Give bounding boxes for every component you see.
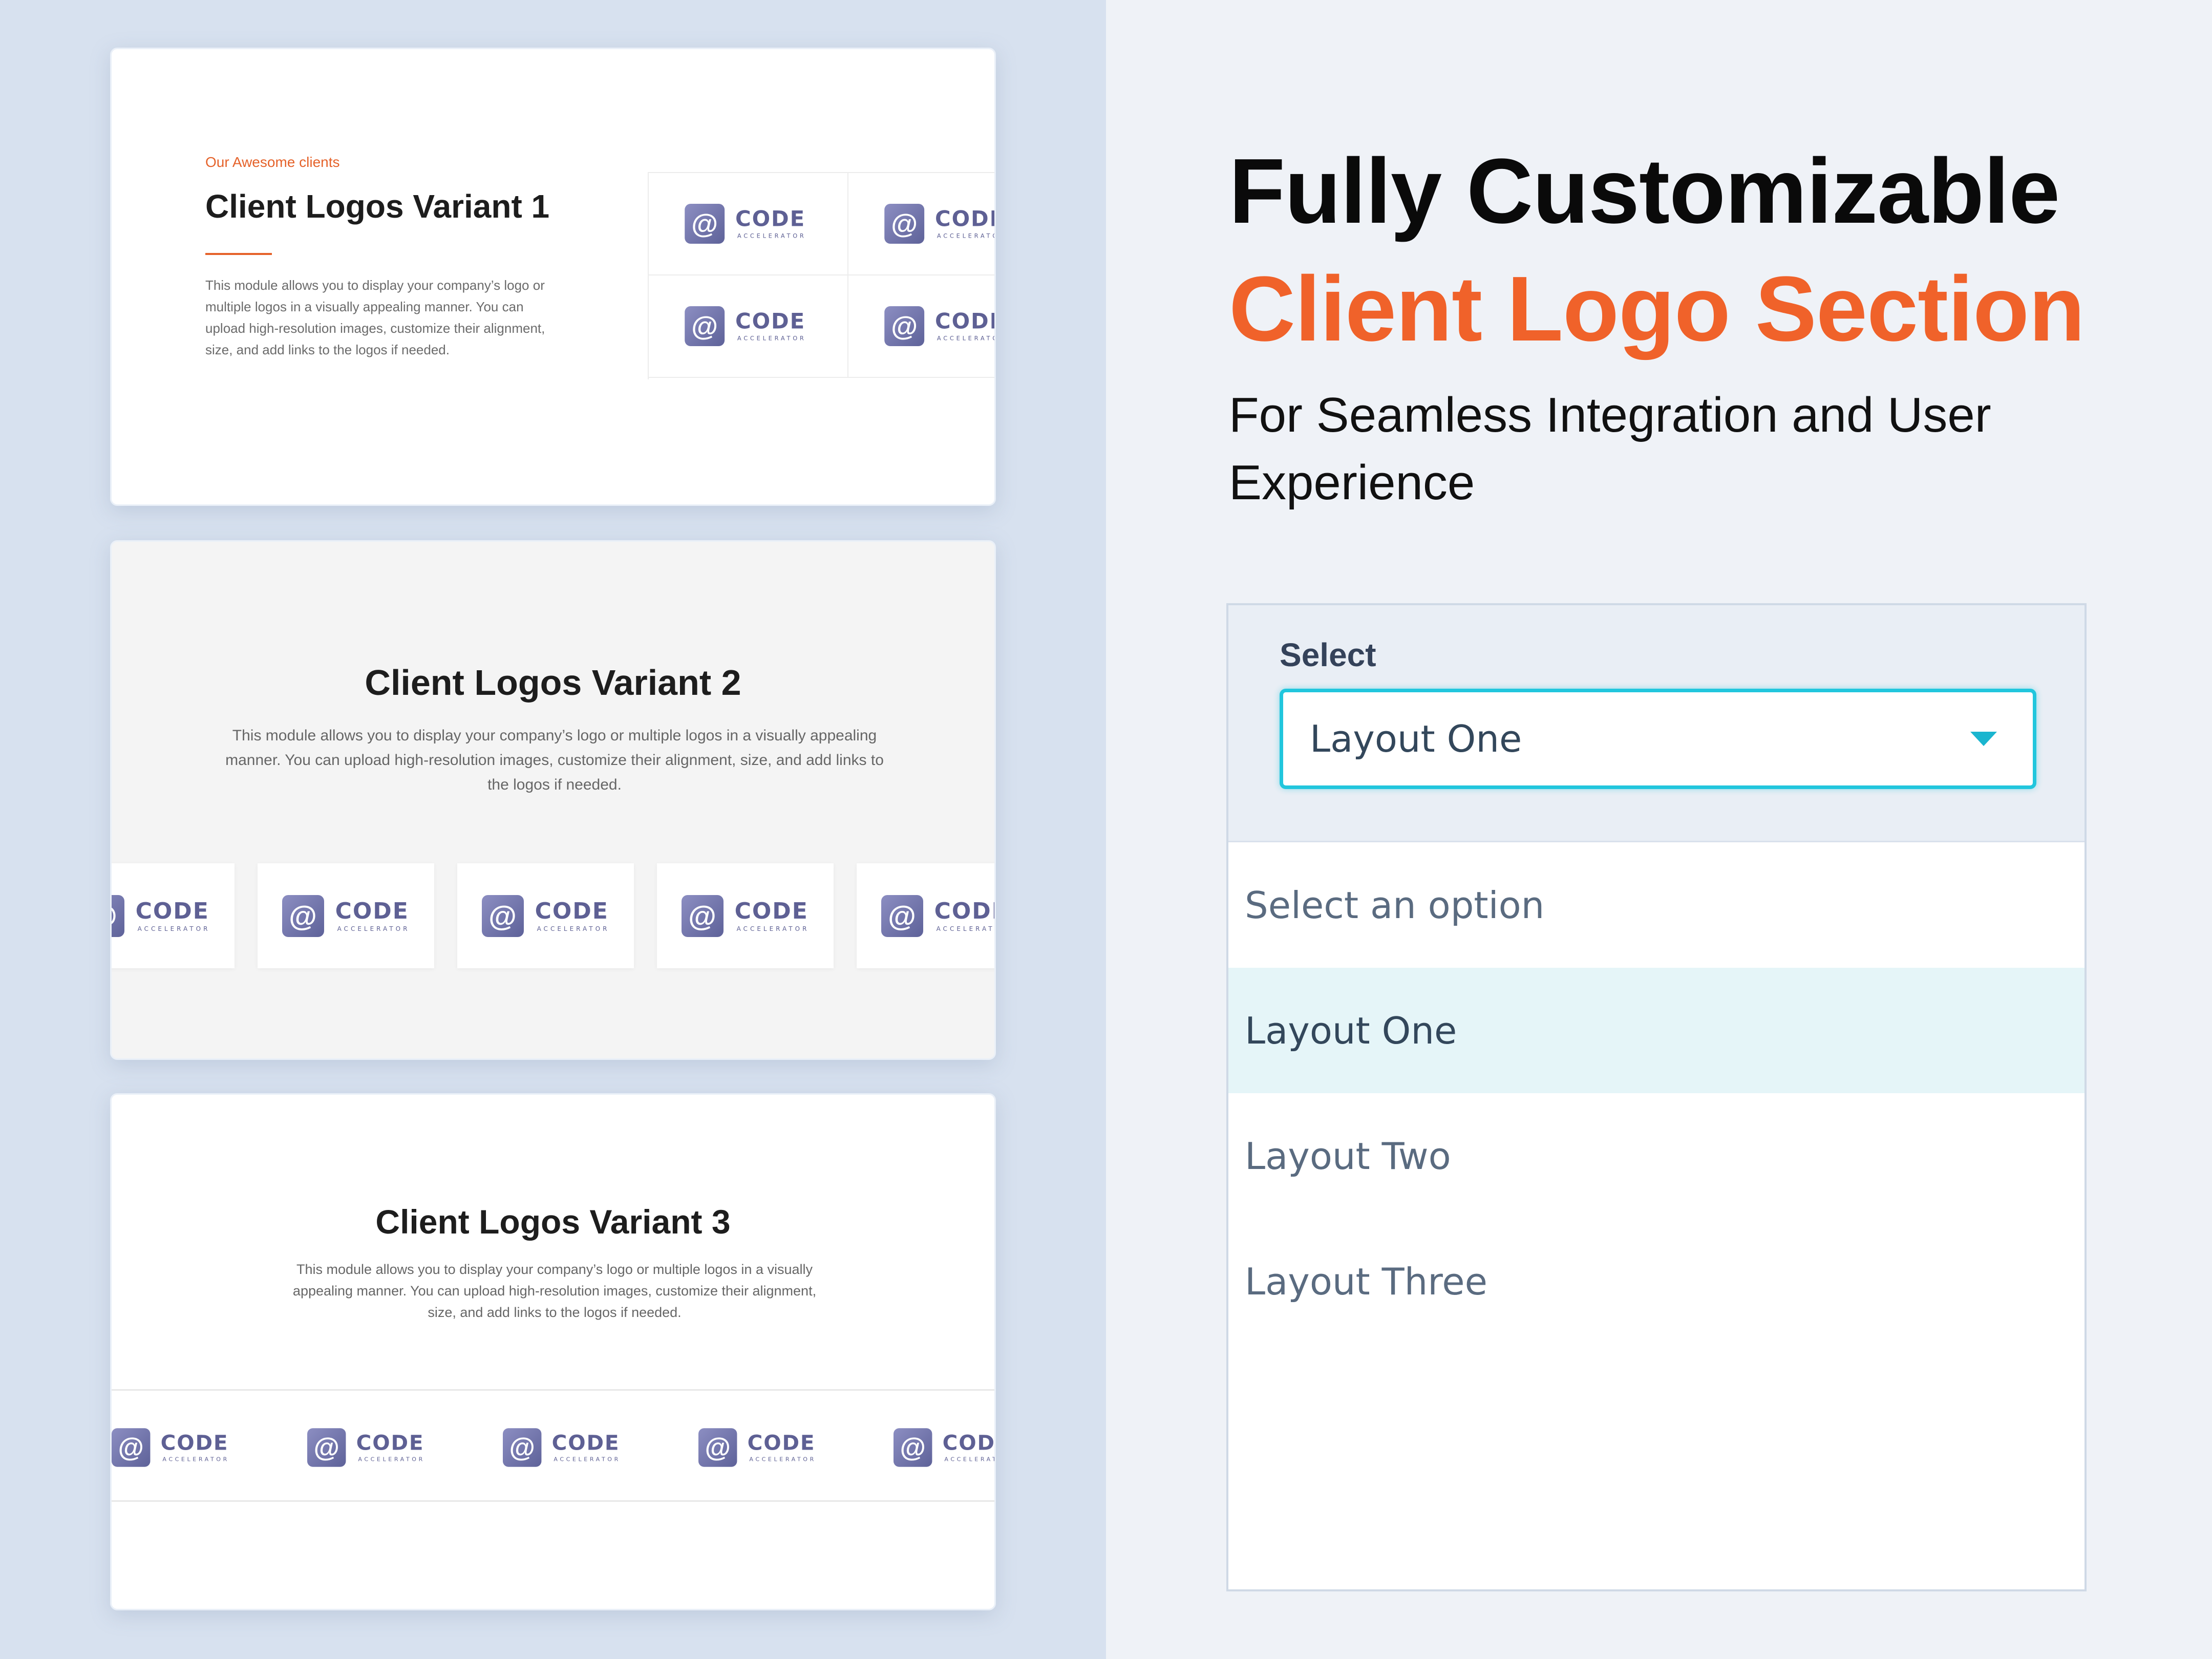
logo-subtext: ACCELERATOR [944, 1456, 994, 1463]
logo-word: CODE [935, 309, 994, 334]
at-sign-icon: @ [502, 1428, 542, 1467]
logo-word: CODE [551, 1431, 620, 1455]
title-underline [205, 253, 272, 255]
logo-cell: @ CODEACCELERATOR [649, 275, 848, 378]
logo-word: CODE [734, 898, 809, 924]
headline-subtitle: For Seamless Integration and User Experi… [1229, 388, 1991, 510]
logo-word: CODE [356, 1431, 424, 1455]
logo-word: CODE [735, 309, 806, 334]
logo-subtext: ACCELERATOR [937, 335, 994, 342]
logo-word: CODE [747, 1431, 815, 1455]
logo-subtext: ACCELERATOR [737, 335, 806, 342]
option-layout-one[interactable]: Layout One [1228, 968, 2085, 1093]
code-accelerator-logo: @ CODEACCELERATOR [112, 895, 210, 937]
logo-word: CODE [535, 898, 609, 924]
at-sign-icon: @ [698, 1428, 737, 1467]
logo-tile: @ CODEACCELERATOR [457, 863, 634, 968]
at-sign-icon: @ [884, 306, 925, 346]
at-sign-icon: @ [685, 306, 725, 346]
logo-subtext: ACCELERATOR [162, 1456, 229, 1463]
logo-tile: @ CODEACCELERATOR [657, 863, 834, 968]
code-accelerator-logo: @ CODEACCELERATOR [685, 306, 806, 346]
logo-subtext: ACCELERATOR [749, 1456, 816, 1463]
logo-subtext: ACCELERATOR [736, 925, 810, 932]
logo-carousel: @CODEACCELERATOR @CODEACCELERATOR @CODEA… [112, 863, 995, 968]
logo-subtext: ACCELERATOR [937, 232, 994, 240]
variant1-eyebrow: Our Awesome clients [205, 154, 340, 170]
at-sign-icon: @ [881, 895, 923, 937]
at-sign-icon: @ [112, 895, 124, 937]
variant3-description: This module allows you to display your c… [292, 1262, 817, 1320]
at-sign-icon: @ [685, 204, 725, 244]
option-placeholder[interactable]: Select an option [1228, 842, 2085, 968]
logo-word: CODE [935, 206, 994, 232]
logo-word: CODE [135, 898, 209, 924]
at-sign-icon: @ [112, 1428, 151, 1467]
variant1-description: This module allows you to display your c… [205, 278, 545, 357]
strip-logo: @ CODEACCELERATOR [307, 1428, 425, 1467]
logo-strip: @ CODE ACCELERATOR @ CODE ACCELERATOR @ CODE A… [112, 1389, 994, 1502]
logo-subtext: ACCELERATOR [358, 1456, 425, 1463]
headline-accent: Client Logo Section [1229, 258, 2085, 360]
logo-tile: @ CODEACCELERATOR [857, 863, 995, 968]
strip-logo: @ CODEACCELERATOR [894, 1428, 996, 1467]
variant3-card: Client Logos Variant 3 This module allow… [110, 1093, 996, 1610]
code-accelerator-logo: @ CODEACCELERATOR [881, 895, 995, 937]
code-accelerator-logo: @ CODEACCELERATOR [884, 306, 994, 346]
logo-word: CODE [934, 898, 994, 924]
variant1-title: Client Logos Variant 1 [205, 188, 550, 225]
logo-subtext: ACCELERATOR [936, 925, 995, 932]
logo-subtext: ACCELERATOR [137, 925, 210, 932]
logo-cell: @ CODEACCELERATOR [649, 173, 848, 275]
at-sign-icon: @ [884, 204, 925, 244]
at-sign-icon: @ [282, 895, 324, 937]
select-header: Select Layout One [1228, 605, 2085, 842]
code-accelerator-logo: @ CODEACCELERATOR [282, 895, 410, 937]
logo-word: CODE [335, 898, 409, 924]
strip-logo: @ CODEACCELERATOR [112, 1428, 229, 1467]
strip-logo: @ CODEACCELERATOR [698, 1428, 816, 1467]
logo-subtext: ACCELERATOR [337, 925, 410, 932]
logo-cell: @ CODEACCELERATOR [848, 173, 994, 275]
code-accelerator-logo: @ CODEACCELERATOR [685, 204, 806, 244]
variant3-title: Client Logos Variant 3 [375, 1203, 731, 1241]
code-accelerator-logo: @ CODEACCELERATOR [884, 204, 994, 244]
strip-logo: @ CODEACCELERATOR [502, 1428, 621, 1467]
logo-grid: @CODEACCELERATOR @CODEACCELERATOR @CODEA… [648, 172, 994, 379]
caret-down-icon [1970, 732, 1997, 746]
code-accelerator-logo: @ CODEACCELERATOR [481, 895, 610, 937]
logo-subtext: ACCELERATOR [737, 232, 806, 240]
variant2-card: Client Logos Variant 2 This module allow… [110, 540, 996, 1060]
select-value: Layout One [1310, 717, 1522, 760]
option-layout-three[interactable]: Layout Three [1228, 1219, 2085, 1344]
logo-subtext: ACCELERATOR [554, 1456, 621, 1463]
variant2-title: Client Logos Variant 2 [365, 663, 741, 703]
code-accelerator-logo: @ CODEACCELERATOR [681, 895, 810, 937]
headline-primary: Fully Customizable [1229, 140, 2060, 243]
logo-subtext: ACCELERATOR [537, 925, 610, 932]
logo-word: CODE [160, 1431, 229, 1455]
at-sign-icon: @ [894, 1428, 932, 1467]
logo-tile: @ CODEACCELERATOR [258, 863, 434, 968]
variant2-description: This module allows you to display your c… [225, 727, 884, 793]
option-layout-two[interactable]: Layout Two [1228, 1093, 2085, 1219]
layout-select[interactable]: Layout One [1280, 689, 2036, 789]
logo-tile: @ CODEACCELERATOR [112, 863, 235, 968]
at-sign-icon: @ [681, 895, 724, 937]
logo-word: CODE [943, 1431, 996, 1455]
logo-word: CODE [735, 206, 806, 232]
select-label: Select [1280, 636, 1376, 673]
at-sign-icon: @ [307, 1428, 346, 1467]
at-sign-icon: @ [481, 895, 524, 937]
logo-cell: @ CODEACCELERATOR [848, 275, 994, 378]
left-preview-panel: Our Awesome clients Client Logos Variant… [0, 0, 1106, 1659]
layout-select-panel: Select Layout One Select an option Layou… [1226, 603, 2087, 1591]
variant1-card: Our Awesome clients Client Logos Variant… [110, 48, 996, 506]
